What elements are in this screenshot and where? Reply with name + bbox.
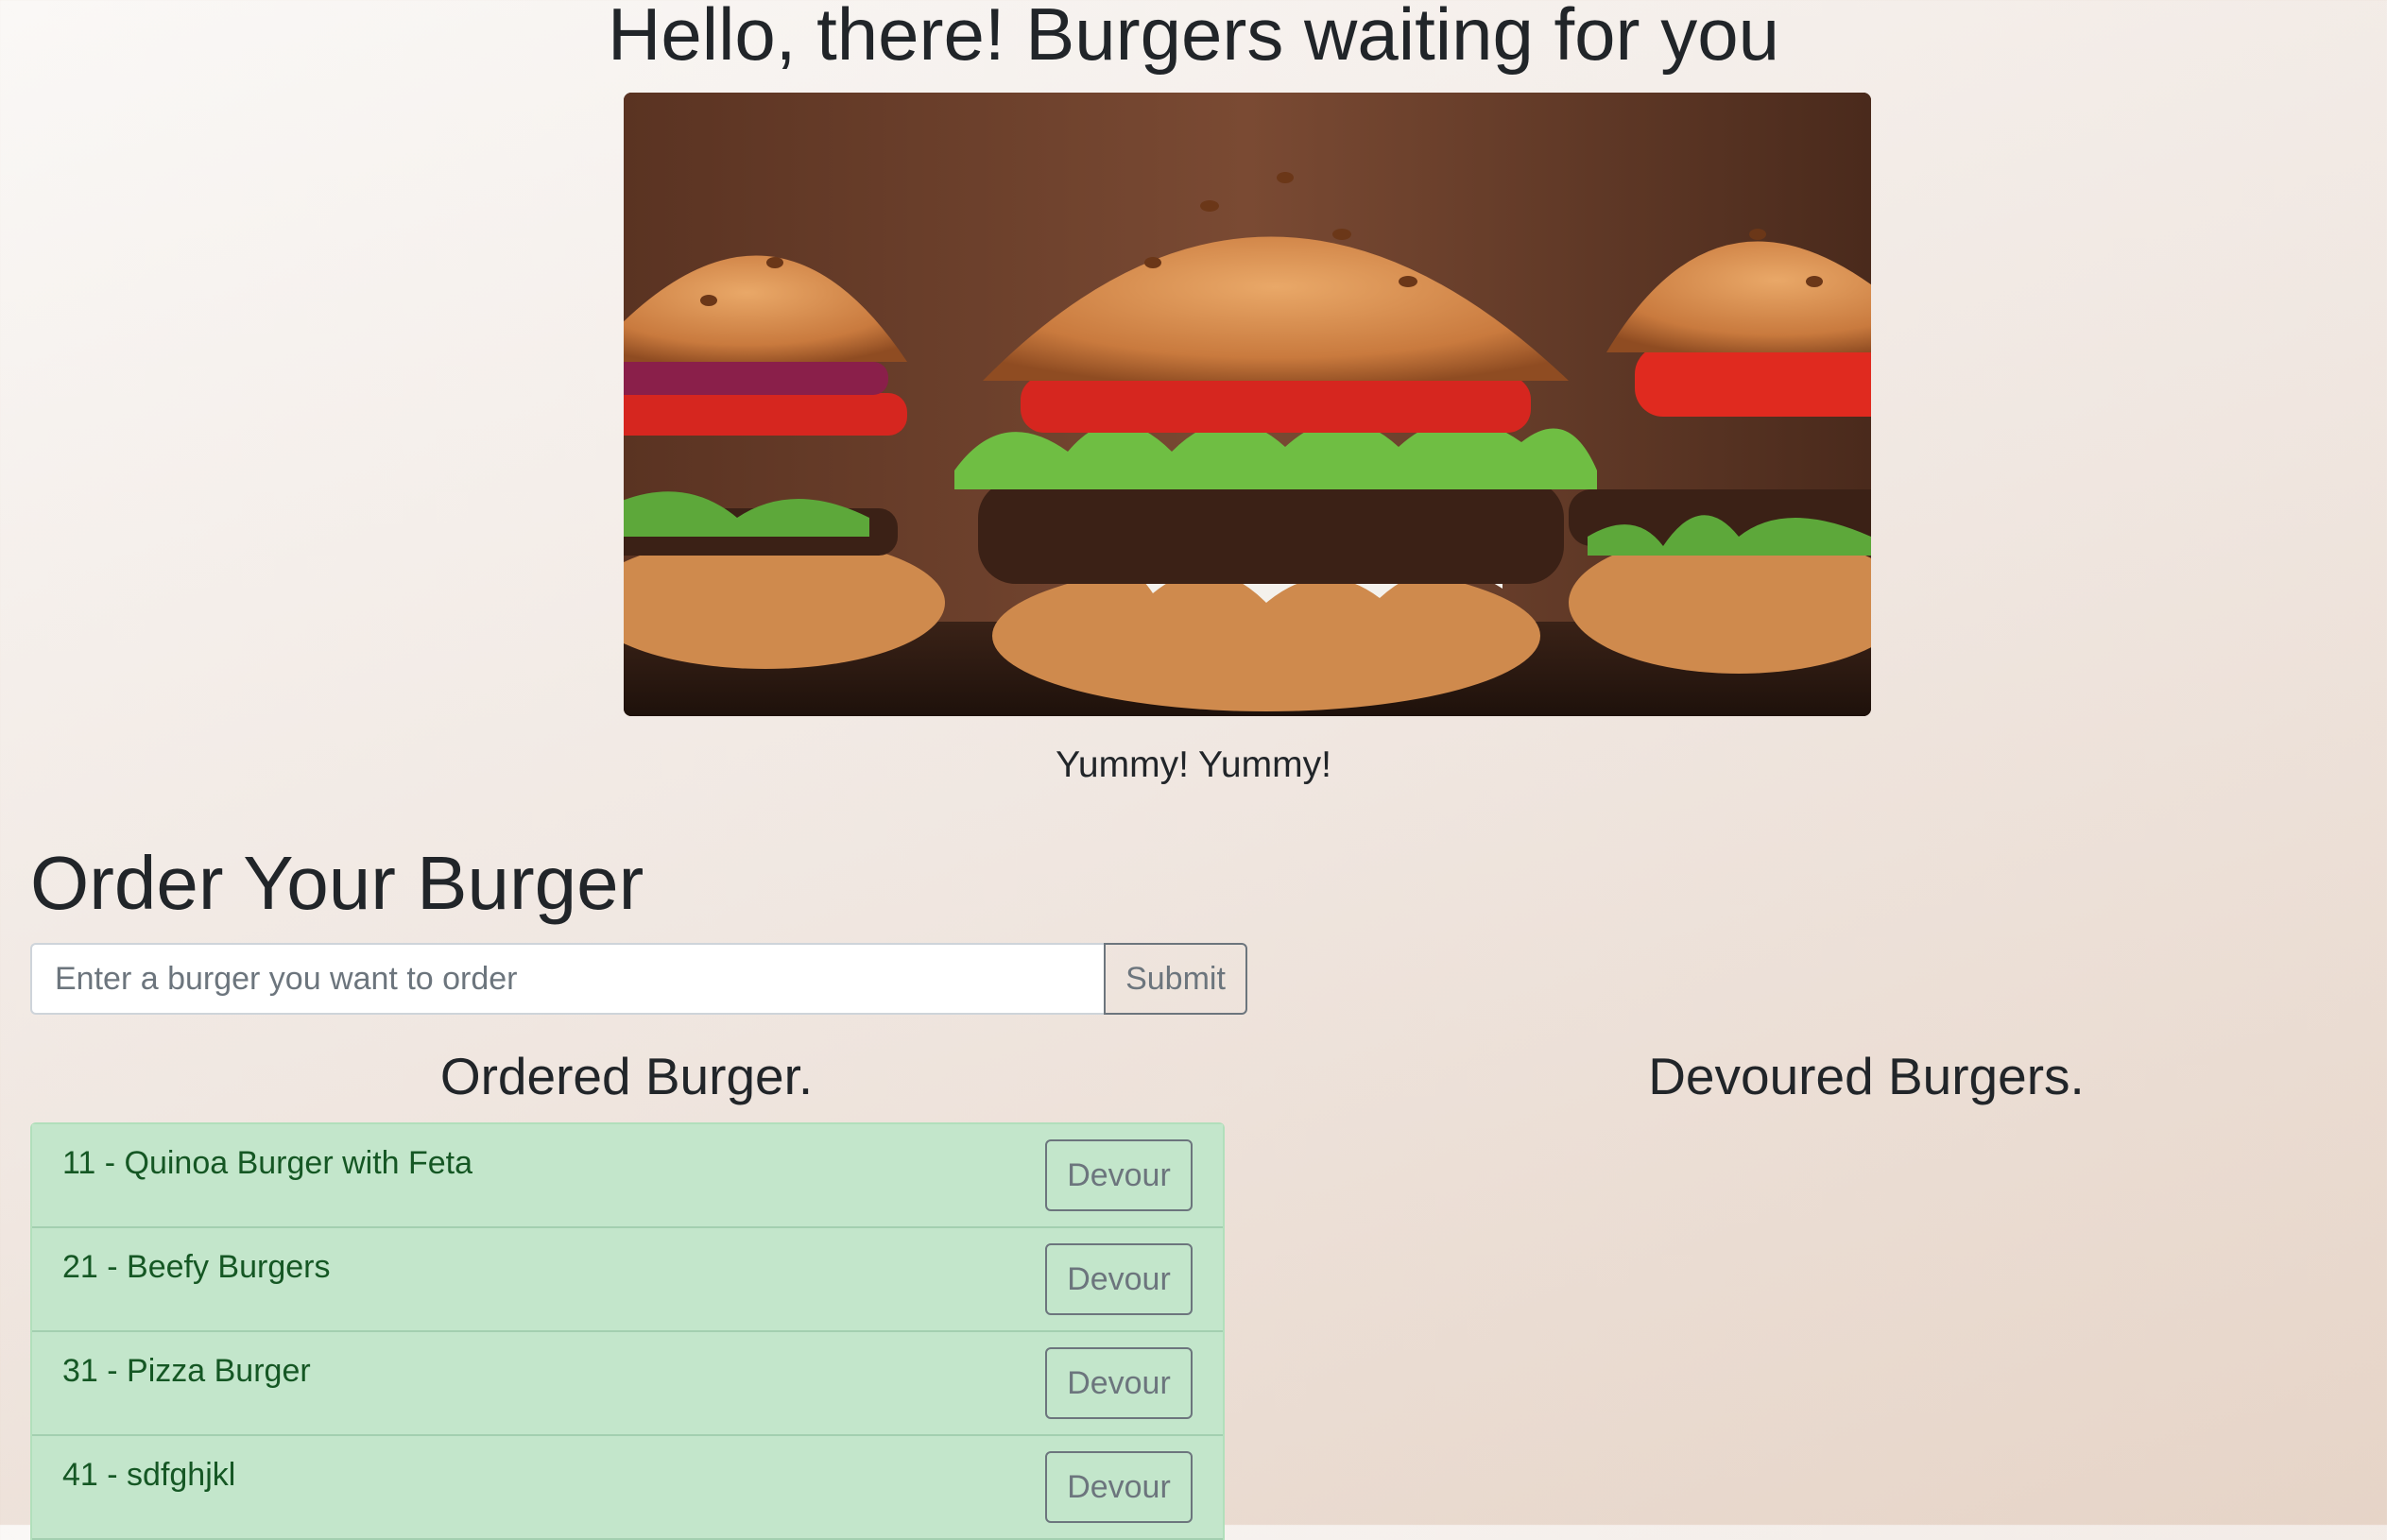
image-caption: Yummy! Yummy! [1056, 744, 1331, 785]
submit-button[interactable]: Submit [1104, 943, 1247, 1015]
order-form: Submit [30, 943, 1247, 1015]
burger-label: 31 - Pizza Burger [62, 1353, 311, 1389]
devoured-burgers-heading: Devoured Burgers. [1648, 1047, 2085, 1105]
burger-label: 21 - Beefy Burgers [62, 1249, 331, 1285]
list-item: 31 - Pizza Burger Devour [32, 1332, 1223, 1436]
burger-name-input[interactable] [30, 943, 1104, 1015]
ordered-burgers-heading: Ordered Burger. [439, 1047, 814, 1105]
devour-button[interactable]: Devour [1045, 1243, 1193, 1315]
burger-label: 11 - Quinoa Burger with Feta [62, 1145, 473, 1181]
ordered-burgers-list: 11 - Quinoa Burger with Feta Devour 21 -… [30, 1122, 1225, 1540]
order-section-title: Order Your Burger [30, 841, 644, 925]
devour-button[interactable]: Devour [1045, 1347, 1193, 1419]
devour-button[interactable]: Devour [1045, 1139, 1193, 1211]
list-item: 21 - Beefy Burgers Devour [32, 1228, 1223, 1332]
burger-label: 41 - sdfghjkl [62, 1457, 236, 1493]
burgers-image [624, 93, 1871, 716]
devour-button[interactable]: Devour [1045, 1451, 1193, 1523]
page-title: Hello, there! Burgers waiting for you [608, 0, 1779, 76]
list-item: 11 - Quinoa Burger with Feta Devour [32, 1124, 1223, 1228]
